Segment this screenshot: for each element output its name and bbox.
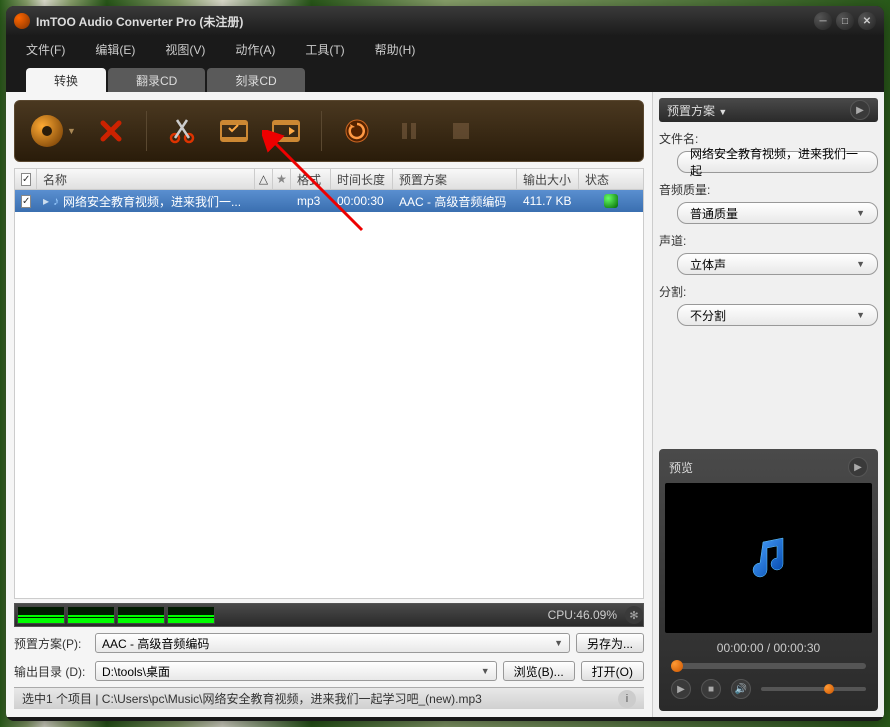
preview-canvas — [665, 483, 872, 633]
titlebar[interactable]: ImTOO Audio Converter Pro (未注册) ─ □ ✕ — [6, 6, 884, 36]
tab-rip-cd[interactable]: 翻录CD — [108, 68, 205, 92]
main-toolbar: ▼ — [14, 100, 644, 162]
row-status-icon — [604, 194, 618, 208]
split-label: 分割: — [659, 283, 878, 300]
convert-button[interactable] — [31, 115, 63, 147]
cut-button[interactable] — [165, 114, 199, 148]
bottom-controls: 预置方案(P): AAC - 高级音频编码▼ 另存为... 输出目录 (D): … — [14, 631, 644, 687]
right-column: 预置方案 ▼ ▶ 文件名: 网络安全教育视频，进来我们一起 音频质量: 普通质量… — [652, 92, 884, 717]
list-row[interactable]: ✓ ▸ ♪ 网络安全教育视频，进来我们一... mp3 00:00:30 AAC… — [14, 190, 644, 212]
volume-slider[interactable] — [761, 687, 866, 691]
header-sort[interactable]: △ — [255, 169, 273, 189]
status-info-button[interactable]: i — [618, 690, 636, 708]
row-duration: 00:00:30 — [331, 190, 393, 212]
status-text: 选中1 个项目 | C:\Users\pc\Music\网络安全教育视频，进来我… — [22, 690, 482, 707]
header-duration[interactable]: 时间长度 — [331, 169, 393, 189]
app-icon — [14, 13, 30, 29]
left-column: ▼ — [6, 92, 652, 717]
menubar: 文件(F) 编辑(E) 视图(V) 动作(A) 工具(T) 帮助(H) — [6, 36, 884, 62]
music-note-icon: ♪ — [53, 194, 59, 208]
tab-row: 转换 翻录CD 刻录CD — [6, 62, 884, 92]
header-star[interactable]: ★ — [273, 169, 291, 189]
close-button[interactable]: ✕ — [858, 12, 876, 30]
filename-field[interactable]: 网络安全教育视频，进来我们一起 — [677, 151, 878, 173]
menu-tools[interactable]: 工具(T) — [305, 41, 344, 58]
cpu-graph — [117, 606, 165, 624]
cpu-graph — [17, 606, 65, 624]
header-status[interactable]: 状态 — [579, 169, 643, 189]
quality-label: 音频质量: — [659, 181, 878, 198]
preset-panel-header[interactable]: 预置方案 ▼ ▶ — [659, 98, 878, 122]
music-icon — [745, 534, 793, 582]
minimize-button[interactable]: ─ — [814, 12, 832, 30]
header-name[interactable]: 名称 — [37, 169, 255, 189]
select-all-checkbox[interactable]: ✓ — [21, 173, 31, 186]
tab-burn-cd[interactable]: 刻录CD — [207, 68, 304, 92]
preset-play-icon[interactable]: ▶ — [850, 100, 870, 120]
menu-file[interactable]: 文件(F) — [26, 41, 65, 58]
cpu-bar: CPU:46.09% ✻ — [14, 603, 644, 627]
preview-expand-button[interactable]: ▶ — [848, 457, 868, 477]
preview-panel: 预览 ▶ 00:00:00 / 00:00:30 ▶ ■ 🔊 — [659, 449, 878, 711]
cpu-settings-button[interactable]: ✻ — [625, 606, 643, 624]
save-as-button[interactable]: 另存为... — [576, 633, 644, 653]
row-preset: AAC - 高级音频编码 — [393, 190, 517, 212]
cpu-graph — [167, 606, 215, 624]
header-format[interactable]: 格式 — [291, 169, 331, 189]
list-empty-area[interactable] — [14, 212, 644, 599]
preview-time: 00:00:00 / 00:00:30 — [665, 633, 872, 659]
menu-action[interactable]: 动作(A) — [235, 41, 275, 58]
volume-icon[interactable]: 🔊 — [731, 679, 751, 699]
header-preset[interactable]: 预置方案 — [393, 169, 517, 189]
row-format: mp3 — [291, 190, 331, 212]
tab-convert[interactable]: 转换 — [26, 68, 106, 92]
outdir-label: 输出目录 (D): — [14, 663, 89, 680]
menu-view[interactable]: 视图(V) — [165, 41, 205, 58]
preset-label: 预置方案(P): — [14, 635, 89, 652]
row-checkbox[interactable]: ✓ — [21, 195, 31, 208]
quality-select[interactable]: 普通质量▼ — [677, 202, 878, 224]
stop-button[interactable] — [444, 114, 478, 148]
browse-button[interactable]: 浏览(B)... — [503, 661, 575, 681]
cpu-graph — [67, 606, 115, 624]
play-button[interactable]: ▶ — [671, 679, 691, 699]
menu-help[interactable]: 帮助(H) — [375, 41, 416, 58]
row-outsize: 411.7 KB — [517, 190, 579, 212]
body-area: ▼ — [6, 92, 884, 717]
expand-icon[interactable]: ▸ — [43, 194, 49, 208]
seek-slider[interactable] — [671, 663, 866, 669]
app-window: ImTOO Audio Converter Pro (未注册) ─ □ ✕ 文件… — [6, 6, 884, 721]
cpu-text: CPU:46.09% — [548, 608, 617, 622]
delete-button[interactable] — [94, 114, 128, 148]
preview-label: 预览 — [669, 459, 693, 476]
menu-edit[interactable]: 编辑(E) — [95, 41, 135, 58]
window-title: ImTOO Audio Converter Pro (未注册) — [36, 13, 243, 30]
row-name: 网络安全教育视频，进来我们一... — [63, 193, 241, 210]
refresh-button[interactable] — [340, 114, 374, 148]
stop-preview-button[interactable]: ■ — [701, 679, 721, 699]
effects-button[interactable] — [217, 114, 251, 148]
split-button[interactable] — [269, 114, 303, 148]
header-outsize[interactable]: 输出大小 — [517, 169, 579, 189]
split-select[interactable]: 不分割▼ — [677, 304, 878, 326]
convert-dropdown-arrow[interactable]: ▼ — [67, 126, 76, 136]
channel-select[interactable]: 立体声▼ — [677, 253, 878, 275]
pause-button[interactable] — [392, 114, 426, 148]
maximize-button[interactable]: □ — [836, 12, 854, 30]
statusbar: 选中1 个项目 | C:\Users\pc\Music\网络安全教育视频，进来我… — [14, 687, 644, 709]
outdir-select[interactable]: D:\tools\桌面▼ — [95, 661, 497, 681]
list-header: ✓ 名称 △ ★ 格式 时间长度 预置方案 输出大小 状态 — [14, 168, 644, 190]
preset-select[interactable]: AAC - 高级音频编码▼ — [95, 633, 570, 653]
channel-label: 声道: — [659, 232, 878, 249]
open-button[interactable]: 打开(O) — [581, 661, 644, 681]
